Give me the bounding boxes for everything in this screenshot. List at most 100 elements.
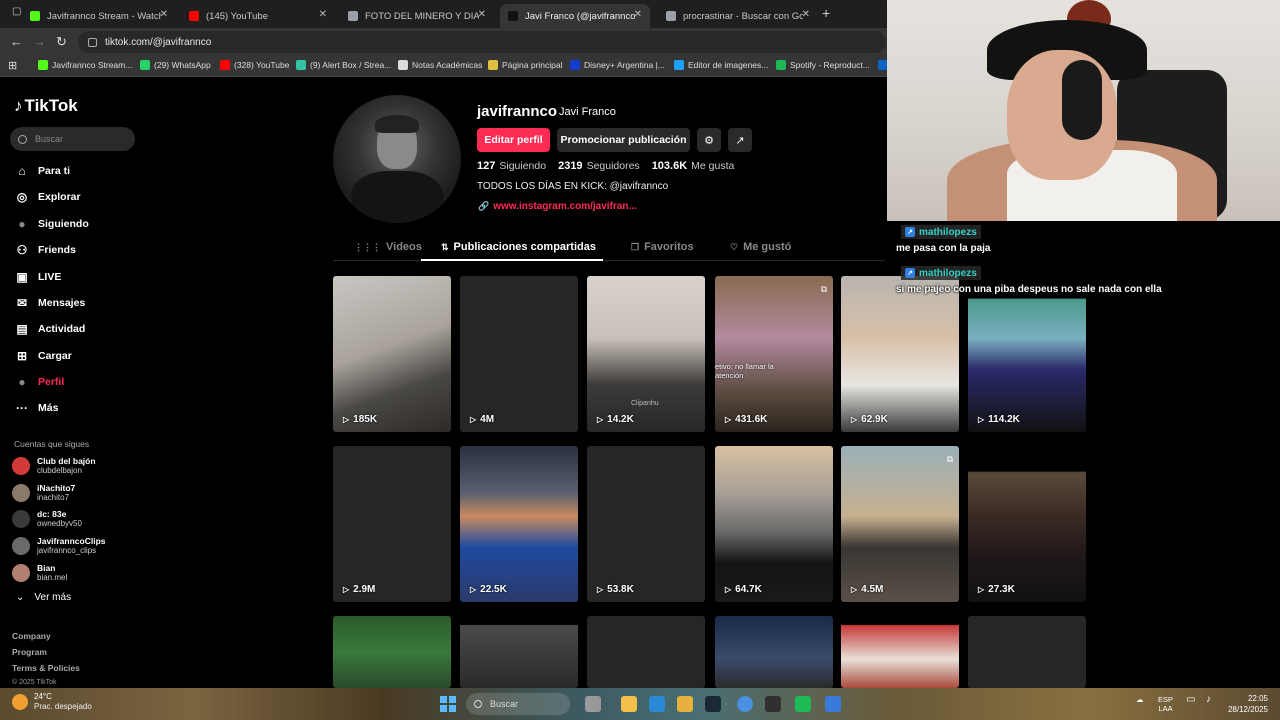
video-thumbnail[interactable]: ▷ 2.9M (333, 446, 451, 602)
close-tab-icon[interactable]: ✕ (160, 9, 168, 20)
sidebar-item-más[interactable]: ··· Más (14, 399, 58, 417)
video-thumbnail[interactable] (841, 616, 959, 688)
url-input[interactable]: tiktok.com/@javifrannco (78, 31, 886, 53)
video-thumbnail[interactable]: ▷ 27.3K (968, 446, 1086, 602)
video-thumbnail[interactable]: ▷ 14.2K Clipanhu (587, 276, 705, 432)
browser-app-icon[interactable] (585, 696, 601, 712)
tab-publicaciones-compartidas[interactable]: ⇅ Publicaciones compartidas (441, 241, 596, 253)
profile-link[interactable]: 🔗 www.instagram.com/javifran... (478, 201, 637, 212)
sidebar-item-perfil[interactable]: ● Perfil (14, 373, 64, 391)
followed-account[interactable]: iNachito7 inachito7 (12, 483, 75, 503)
sidebar-item-label: Explorar (38, 191, 81, 203)
close-tab-icon[interactable]: ✕ (802, 9, 810, 20)
video-thumbnail[interactable]: ▷ 114.2K (968, 276, 1086, 432)
sidebar-item-para-ti[interactable]: ⌂ Para ti (14, 162, 70, 180)
video-thumbnail[interactable]: ▷ 62.9K (841, 276, 959, 432)
followed-account-name: Club del bajón (37, 456, 96, 466)
video-thumbnail[interactable] (715, 616, 833, 688)
browser-tab[interactable]: Javi Franco (@javifrannco) | TikTok✕ (500, 4, 650, 28)
tab-me-gustó[interactable]: ♡ Me gustó (730, 241, 791, 253)
followers-label: Seguidores (586, 160, 640, 172)
browser-tab[interactable]: FOTO DEL MINERO Y DIAMANTE✕ (340, 4, 494, 28)
followers-stat[interactable]: 2319 Seguidores (558, 160, 640, 172)
steam-app-icon[interactable] (705, 696, 721, 712)
sidebar-item-friends[interactable]: ⚇ Friends (14, 241, 76, 259)
edge-app-icon[interactable] (649, 696, 665, 712)
video-thumbnail[interactable] (333, 616, 451, 688)
footer-company-link[interactable]: Company (12, 631, 51, 641)
see-more-button[interactable]: ⌄ Ver más (16, 592, 71, 603)
promote-post-button[interactable]: Promocionar publicación (557, 128, 690, 152)
tray-cloud-icon[interactable]: ☁ (1136, 695, 1144, 704)
bookmark-item[interactable]: Página principal (488, 60, 562, 70)
notes-app-icon[interactable] (825, 696, 841, 712)
followed-account[interactable]: Club del bajón clubdelbajon (12, 456, 96, 476)
obs-app-icon[interactable] (765, 696, 781, 712)
taskbar-search-input[interactable]: Buscar (466, 693, 570, 715)
video-thumbnail[interactable] (587, 616, 705, 688)
network-icon[interactable]: ▭ (1186, 695, 1195, 705)
apps-grid-icon[interactable]: ⊞ (8, 59, 17, 72)
browser-tab[interactable]: procrastinar - Buscar con Google✕ (658, 4, 818, 28)
video-thumbnail[interactable]: ▷ 22.5K (460, 446, 578, 602)
file-explorer-app-icon[interactable] (621, 696, 637, 712)
bookmark-item[interactable]: Editor de imagenes... (674, 60, 768, 70)
sidebar-item-siguiendo[interactable]: ● Siguiendo (14, 215, 88, 233)
search-input[interactable]: Buscar (10, 127, 135, 151)
video-thumbnail[interactable]: ▷ 4.5M ⧉ (841, 446, 959, 602)
weather-widget[interactable]: 24°C Prac. despejado (12, 692, 92, 712)
volume-icon[interactable]: ♪ (1206, 695, 1211, 705)
video-thumbnail[interactable]: ▷ 185K (333, 276, 451, 432)
following-stat[interactable]: 127 Siguiendo (477, 160, 546, 172)
bookmark-item[interactable]: Javifrannco Stream... (38, 60, 132, 70)
video-thumbnail[interactable]: ▷ 53.8K (587, 446, 705, 602)
sidebar-item-explorar[interactable]: ◎ Explorar (14, 188, 81, 206)
video-thumbnail[interactable]: ▷ 64.7K (715, 446, 833, 602)
browser-tab[interactable]: (145) YouTube ✕ (181, 4, 335, 28)
close-tab-icon[interactable]: ✕ (478, 9, 486, 20)
chrome-app-icon[interactable] (737, 696, 753, 712)
footer-terms-link[interactable]: Terms & Policies (12, 663, 80, 673)
footer-program-link[interactable]: Program (12, 647, 47, 657)
tab-list-icon[interactable]: ▢ (12, 6, 21, 17)
forward-icon[interactable]: → (33, 34, 46, 49)
tab-videos[interactable]: ⋮⋮⋮ Videos (354, 241, 422, 253)
new-tab-button[interactable]: + (822, 5, 830, 21)
spotify-app-icon[interactable] (795, 696, 811, 712)
browser-tab[interactable]: Javifrannco Stream - Watch Live✕ (22, 4, 176, 28)
reload-icon[interactable]: ↻ (56, 34, 67, 50)
bookmark-item[interactable]: (328) YouTube (220, 60, 289, 70)
video-thumbnail[interactable]: ▷ 4M (460, 276, 578, 432)
language-indicator[interactable]: ESP LAA (1158, 695, 1173, 713)
followed-account[interactable]: Bian bian.mel (12, 563, 67, 583)
tab-favoritos[interactable]: ❐ Favoritos (631, 241, 694, 253)
bookmark-item[interactable]: Notas Académicas (398, 60, 482, 70)
share-icon[interactable]: ↗ (728, 128, 752, 152)
close-tab-icon[interactable]: ✕ (634, 9, 642, 20)
folder-app-icon[interactable] (677, 696, 693, 712)
profile-avatar[interactable] (333, 95, 461, 223)
sidebar-item-live[interactable]: ▣ LIVE (14, 268, 61, 286)
sidebar-item-mensajes[interactable]: ✉ Mensajes (14, 294, 85, 312)
bookmark-item[interactable]: (9) Alert Box / Strea... (296, 60, 391, 70)
site-info-icon[interactable] (88, 37, 97, 47)
followed-account[interactable]: dc: 83e ownedbyv50 (12, 509, 82, 529)
play-icon: ▷ (725, 415, 732, 424)
system-clock[interactable]: 22:05 28/12/2025 (1226, 693, 1268, 715)
close-tab-icon[interactable]: ✕ (319, 9, 327, 20)
video-thumbnail[interactable] (460, 616, 578, 688)
bookmark-label: Notas Académicas (412, 60, 483, 70)
windows-start-icon[interactable] (440, 696, 456, 712)
bookmark-item[interactable]: Disney+ Argentina |... (570, 60, 665, 70)
bookmark-item[interactable]: (29) WhatsApp (140, 60, 211, 70)
bookmark-item[interactable]: Spotify - Reproduct... (776, 60, 870, 70)
sidebar-item-actividad[interactable]: ▤ Actividad (14, 320, 85, 338)
settings-icon[interactable]: ⚙ (697, 128, 721, 152)
sidebar-item-cargar[interactable]: ⊞ Cargar (14, 347, 72, 365)
back-icon[interactable]: ← (10, 34, 23, 49)
followed-account[interactable]: JavifranncoClips javifrannco_clips (12, 536, 106, 556)
video-thumbnail[interactable]: ▷ 431.6K ⧉ etivo: no llamar la atención (715, 276, 833, 432)
edit-profile-button[interactable]: Editar perfil (477, 128, 550, 152)
tiktok-logo[interactable]: ♪ TikTok (14, 96, 78, 116)
video-thumbnail[interactable] (968, 616, 1086, 688)
